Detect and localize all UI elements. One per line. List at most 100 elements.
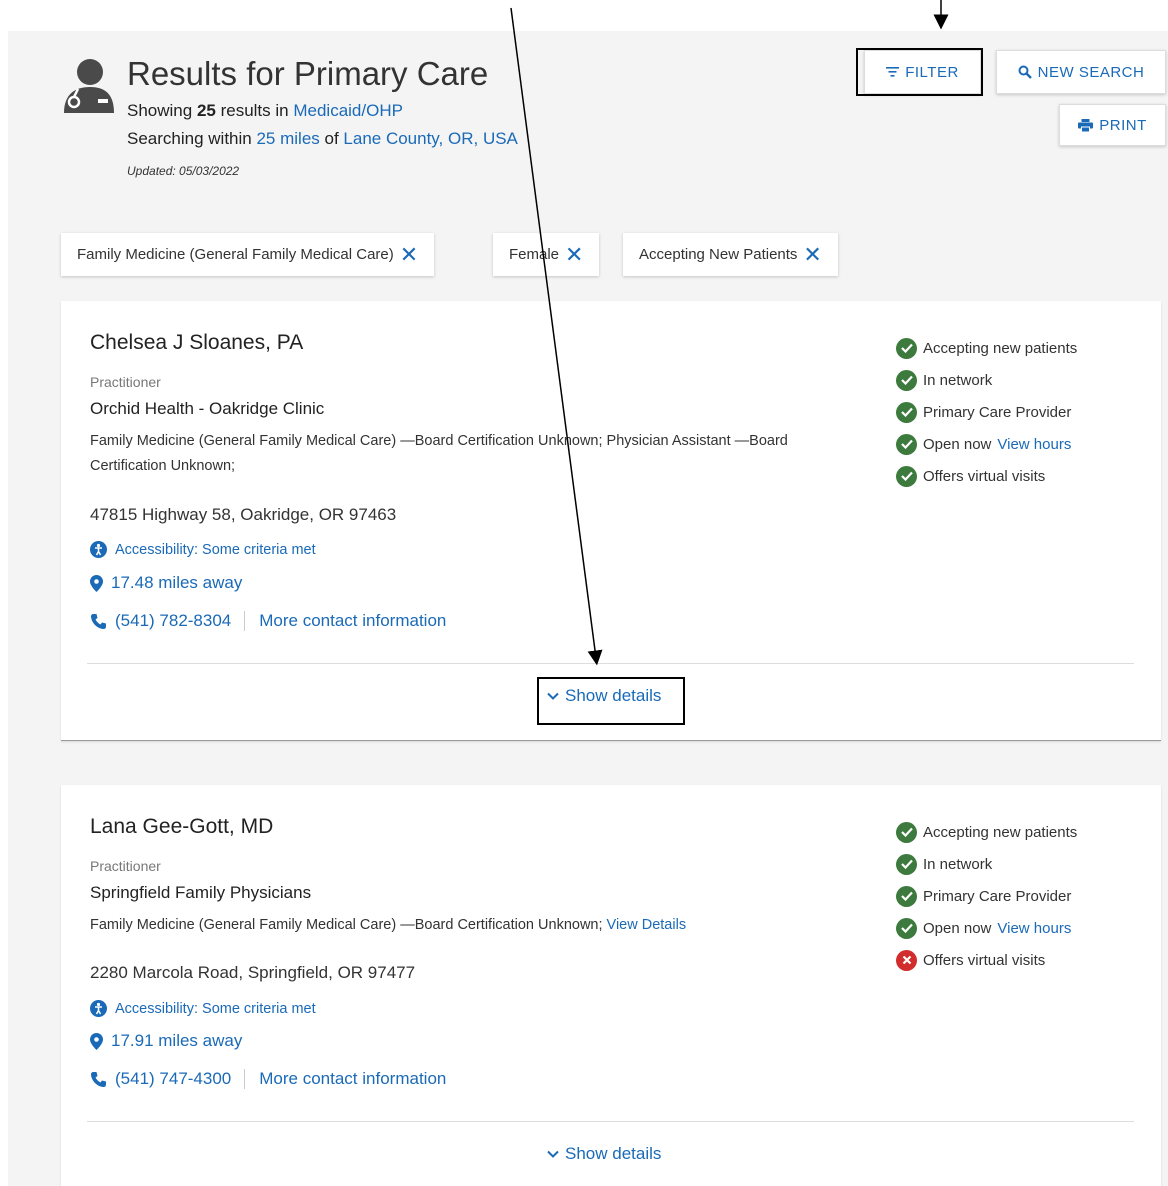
phone-icon — [91, 1071, 106, 1087]
radius-link[interactable]: 25 miles — [256, 129, 319, 148]
check-icon — [896, 369, 917, 391]
search-radius-summary: Searching within 25 miles of Lane County… — [127, 129, 518, 149]
badge-pcp: Primary Care Provider — [896, 880, 1077, 912]
clinic-name: Springfield Family Physicians — [90, 883, 312, 902]
check-icon — [896, 433, 917, 455]
view-details-link[interactable]: View Details — [607, 917, 687, 933]
badge-label: Open now — [923, 919, 992, 937]
map-pin-icon — [90, 1032, 103, 1050]
map-pin-icon — [90, 574, 103, 592]
filter-chip-gender[interactable]: Female ✕ — [493, 233, 600, 276]
badge-in-network: In network — [896, 364, 1077, 396]
badge-open-now: Open now View hours — [896, 428, 1077, 460]
summary-text: of — [319, 129, 344, 148]
badge-pcp: Primary Care Provider — [896, 396, 1077, 428]
view-hours-link[interactable]: View hours — [997, 436, 1071, 453]
page-title: Results for Primary Care — [127, 55, 489, 92]
status-badges: Accepting new patients In network Primar… — [896, 332, 1077, 492]
network-link[interactable]: Medicaid/OHP — [293, 101, 403, 120]
address: 2280 Marcola Road, Springfield, OR 97477 — [90, 963, 416, 982]
accessibility-link[interactable]: Accessibility: Some criteria met — [90, 1000, 316, 1017]
printer-icon — [1078, 118, 1094, 132]
badge-open-now: Open now View hours — [896, 912, 1077, 944]
close-icon[interactable]: ✕ — [400, 243, 418, 266]
phone-icon — [91, 613, 106, 629]
location-link[interactable]: Lane County, OR, USA — [343, 129, 518, 148]
badge-label: Offers virtual visits — [923, 467, 1046, 485]
provider-type: Practitioner — [90, 858, 161, 874]
distance: 17.91 miles away — [90, 1031, 242, 1051]
badge-label: Accepting new patients — [923, 339, 1078, 357]
summary-text: Searching within — [127, 129, 257, 148]
provider-type: Practitioner — [90, 374, 161, 390]
close-icon[interactable]: ✕ — [803, 243, 821, 266]
provider-name[interactable]: Chelsea J Sloanes, PA — [90, 331, 303, 355]
specialty-text: Family Medicine (General Family Medical … — [90, 433, 788, 474]
check-icon — [896, 917, 917, 939]
check-icon — [896, 821, 917, 843]
summary-text: Showing — [127, 101, 197, 120]
result-card: Chelsea J Sloanes, PA Practitioner Orchi… — [61, 301, 1161, 741]
check-icon — [896, 337, 917, 359]
badge-label: In network — [923, 855, 993, 873]
contact-row: (541) 782-8304 More contact information — [90, 611, 446, 631]
badge-accepting: Accepting new patients — [896, 816, 1077, 848]
accessibility-icon — [90, 1000, 107, 1017]
accessibility-label: Accessibility: Some criteria met — [115, 1000, 316, 1017]
new-search-label: NEW SEARCH — [1037, 63, 1145, 81]
accessibility-label: Accessibility: Some criteria met — [115, 541, 316, 558]
doctor-icon — [64, 59, 114, 113]
badge-label: Offers virtual visits — [923, 951, 1046, 969]
results-summary: Showing 25 results in Medicaid/OHP — [127, 101, 403, 121]
accessibility-icon — [90, 541, 107, 558]
check-icon — [896, 465, 917, 487]
chip-label: Accepting New Patients — [639, 246, 798, 263]
phone-number: (541) 747-4300 — [115, 1069, 232, 1088]
badge-label: Accepting new patients — [923, 823, 1078, 841]
summary-text: results in — [215, 101, 294, 120]
distance: 17.48 miles away — [90, 573, 242, 593]
more-contact-link[interactable]: More contact information — [259, 1069, 446, 1089]
chip-label: Family Medicine (General Family Medical … — [77, 246, 394, 263]
provider-name[interactable]: Lana Gee-Gott, MD — [90, 815, 273, 839]
show-details-button[interactable]: Show details — [547, 1144, 661, 1164]
divider — [87, 663, 1134, 664]
chevron-down-icon — [547, 1150, 559, 1158]
clinic-name: Orchid Health - Oakridge Clinic — [90, 399, 325, 418]
result-card: Lana Gee-Gott, MD Practitioner Springfie… — [61, 785, 1161, 1186]
badge-accepting: Accepting new patients — [896, 332, 1077, 364]
badge-label: Open now — [923, 435, 992, 453]
result-count: 25 — [196, 101, 216, 120]
phone-number: (541) 782-8304 — [115, 611, 232, 630]
badge-label: Primary Care Provider — [923, 403, 1072, 421]
accessibility-link[interactable]: Accessibility: Some criteria met — [90, 541, 316, 558]
distance-label: 17.48 miles away — [111, 573, 243, 592]
filter-chip-accepting[interactable]: Accepting New Patients ✕ — [623, 233, 838, 276]
cross-icon — [896, 949, 917, 971]
search-icon — [1018, 65, 1032, 79]
badge-in-network: In network — [896, 848, 1077, 880]
close-icon[interactable]: ✕ — [565, 243, 583, 266]
print-label: PRINT — [1099, 116, 1147, 134]
view-hours-link[interactable]: View hours — [997, 920, 1071, 937]
print-button[interactable]: PRINT — [1059, 104, 1166, 146]
phone-link[interactable]: (541) 747-4300 — [90, 1069, 246, 1089]
specialty-text: Family Medicine (General Family Medical … — [90, 913, 850, 938]
badge-label: Primary Care Provider — [923, 887, 1072, 905]
check-icon — [896, 401, 917, 423]
badge-label: In network — [923, 371, 993, 389]
more-contact-link[interactable]: More contact information — [259, 611, 446, 631]
results-page: Results for Primary Care Showing 25 resu… — [8, 31, 1168, 1186]
badge-virtual: Offers virtual visits — [896, 944, 1077, 976]
updated-date: Updated: 05/03/2022 — [127, 164, 240, 178]
chip-label: Female — [509, 246, 560, 263]
filter-chip-specialty[interactable]: Family Medicine (General Family Medical … — [61, 233, 435, 276]
phone-link[interactable]: (541) 782-8304 — [90, 611, 246, 631]
divider — [87, 1121, 1134, 1122]
filter-highlight — [856, 48, 983, 96]
contact-row: (541) 747-4300 More contact information — [90, 1069, 446, 1089]
show-details-label: Show details — [565, 1144, 662, 1163]
new-search-button[interactable]: NEW SEARCH — [996, 50, 1166, 94]
check-icon — [896, 853, 917, 875]
badge-virtual: Offers virtual visits — [896, 460, 1077, 492]
